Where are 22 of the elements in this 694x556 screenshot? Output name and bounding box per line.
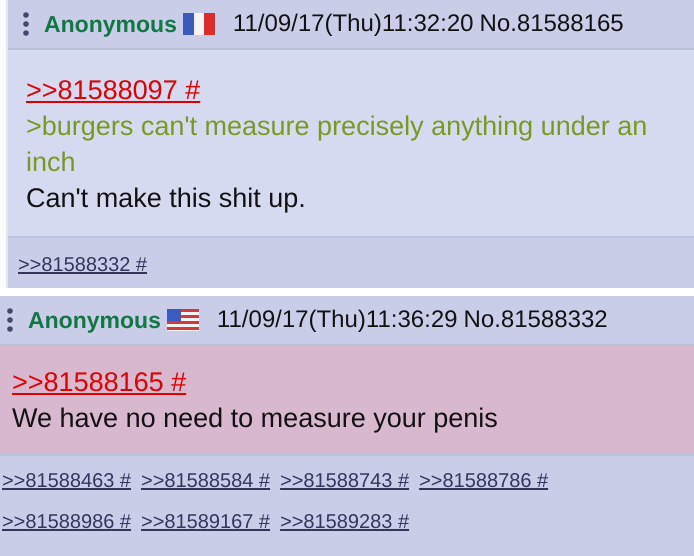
- reply-link[interactable]: >>81588332 #: [18, 254, 148, 288]
- quote-link[interactable]: >>81588097 #: [26, 72, 200, 108]
- post-datetime: 11/09/17(Thu)11:36:29: [216, 306, 458, 334]
- reply-link[interactable]: >>81589283 #: [280, 511, 410, 534]
- reply-link[interactable]: >>81588584 #: [141, 470, 270, 493]
- poster-name: Anonymous: [28, 306, 161, 334]
- poster-name: Anonymous: [44, 10, 177, 38]
- reply-link[interactable]: >>81589167 #: [141, 511, 270, 534]
- flag-icon: [182, 13, 215, 35]
- greentext-line: >burgers can't measure precisely anything under an inch: [26, 110, 648, 179]
- more-menu-icon[interactable]: [6, 307, 14, 333]
- flag-icon: [166, 309, 199, 331]
- post-datetime: 11/09/17(Thu)11:32:20: [232, 10, 474, 38]
- reply-link[interactable]: >>81588463 #: [2, 470, 132, 493]
- post-text: Can't make this shit up.: [26, 182, 306, 215]
- post-number[interactable]: No.81588165: [480, 10, 624, 38]
- reply-link[interactable]: >>81588743 #: [280, 470, 410, 493]
- more-menu-icon[interactable]: [22, 11, 30, 37]
- post-number[interactable]: No.81588332: [464, 306, 608, 334]
- reply-link[interactable]: >>81588986 #: [2, 511, 132, 534]
- post-text: We have no need to measure your penis: [12, 402, 498, 435]
- reply-link[interactable]: >>81588786 #: [419, 470, 548, 493]
